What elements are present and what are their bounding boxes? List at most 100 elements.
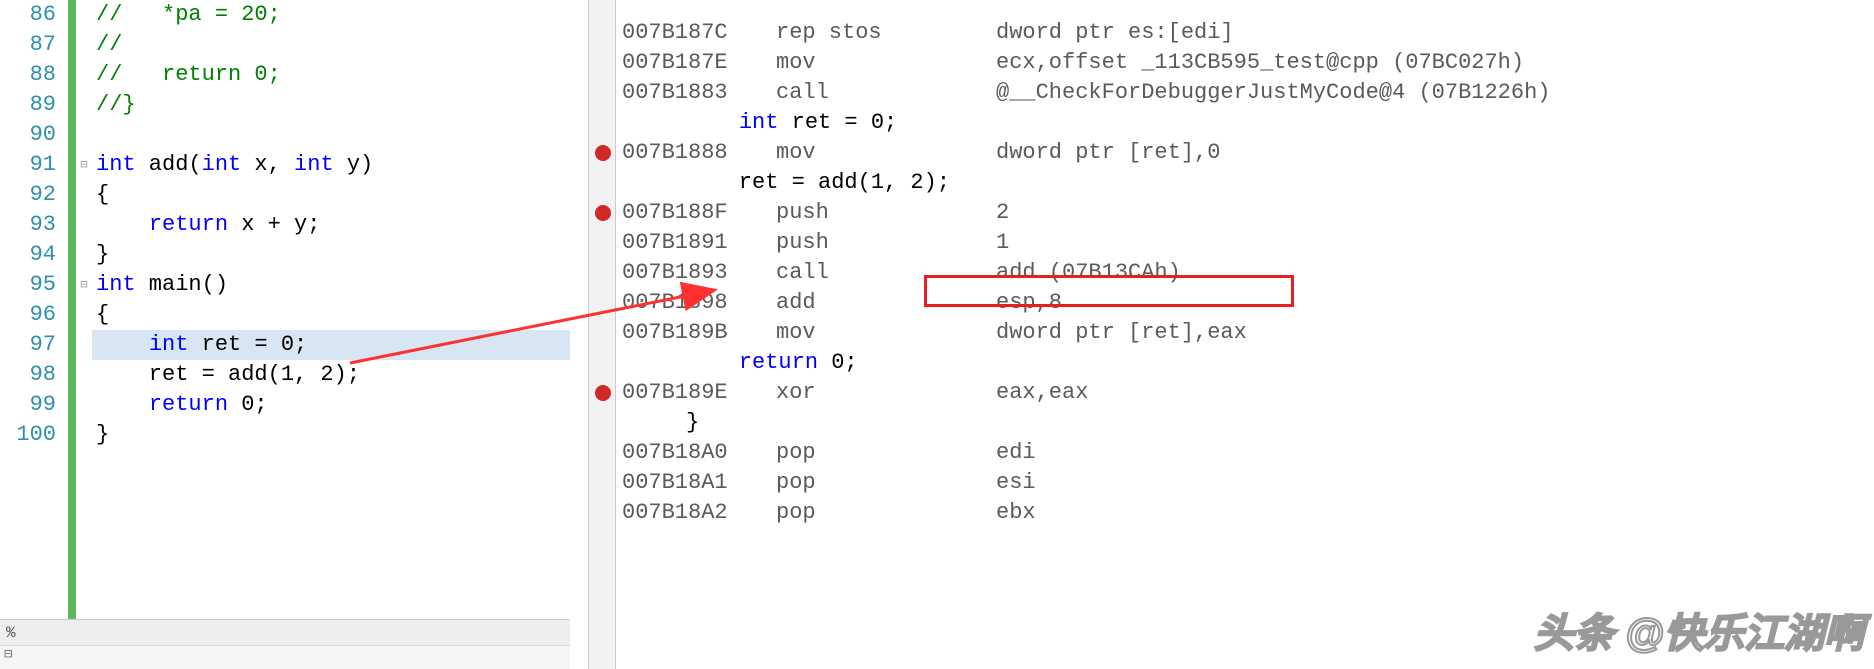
- line-number: 89: [0, 90, 56, 120]
- asm-instruction-line[interactable]: 007B1898addesp,8: [616, 288, 1874, 318]
- asm-code-area: 007B187Crep stosdword ptr es:[edi]007B18…: [588, 0, 1874, 669]
- fold-toggle: [76, 30, 92, 60]
- fold-toggle: [76, 90, 92, 120]
- asm-operands: eax,eax: [996, 378, 1874, 408]
- source-line[interactable]: }: [92, 420, 570, 450]
- asm-source-line[interactable]: return 0;: [616, 348, 1874, 378]
- source-line[interactable]: {: [92, 300, 570, 330]
- asm-source-line[interactable]: ret = add(1, 2);: [616, 168, 1874, 198]
- line-number: 95: [0, 270, 56, 300]
- asm-operands: dword ptr [ret],0: [996, 138, 1874, 168]
- line-number: 98: [0, 360, 56, 390]
- fold-toggle: [76, 360, 92, 390]
- line-number: 90: [0, 120, 56, 150]
- asm-opcode: rep stos: [776, 18, 996, 48]
- fold-toggle: [76, 60, 92, 90]
- source-editor-pane[interactable]: 8687888990919293949596979899100 ⊟⊟ // *p…: [0, 0, 570, 669]
- asm-operands: 1: [996, 228, 1874, 258]
- line-number: 88: [0, 60, 56, 90]
- asm-instruction-line[interactable]: 007B1888movdword ptr [ret],0: [616, 138, 1874, 168]
- asm-instruction-line[interactable]: 007B18A1popesi: [616, 468, 1874, 498]
- change-marker-strip: [68, 0, 76, 619]
- asm-address: 007B188F: [616, 198, 776, 228]
- asm-instruction-line[interactable]: 007B18A2popebx: [616, 498, 1874, 528]
- fold-toggle: [76, 120, 92, 150]
- asm-opcode: mov: [776, 138, 996, 168]
- asm-instruction-line[interactable]: 007B187Crep stosdword ptr es:[edi]: [616, 18, 1874, 48]
- fold-toggle: [76, 0, 92, 30]
- source-line[interactable]: //}: [92, 90, 570, 120]
- asm-opcode: xor: [776, 378, 996, 408]
- line-number-gutter: 8687888990919293949596979899100: [0, 0, 68, 619]
- source-line[interactable]: return 0;: [92, 390, 570, 420]
- source-line[interactable]: {: [92, 180, 570, 210]
- asm-opcode: call: [776, 258, 996, 288]
- asm-operands: ecx,offset _113CB595_test@cpp (07BC027h): [996, 48, 1874, 78]
- fold-toggle[interactable]: ⊟: [76, 150, 92, 180]
- breakpoint-icon[interactable]: [595, 145, 611, 161]
- asm-opcode: add: [776, 288, 996, 318]
- asm-address: 007B18A1: [616, 468, 776, 498]
- source-line[interactable]: // *pa = 20;: [92, 0, 570, 30]
- line-number: 93: [0, 210, 56, 240]
- asm-opcode: pop: [776, 438, 996, 468]
- source-line[interactable]: //: [92, 30, 570, 60]
- asm-opcode: push: [776, 228, 996, 258]
- fold-toggle: [76, 240, 92, 270]
- fold-toggle[interactable]: ⊟: [76, 270, 92, 300]
- source-line[interactable]: int main(): [92, 270, 570, 300]
- source-line[interactable]: [92, 120, 570, 150]
- line-number: 92: [0, 180, 56, 210]
- source-line[interactable]: ret = add(1, 2);: [92, 360, 570, 390]
- asm-source-line[interactable]: }: [616, 408, 1874, 438]
- bottom-statusbar: ⊟: [0, 645, 570, 669]
- asm-lines[interactable]: 007B187Crep stosdword ptr es:[edi]007B18…: [616, 0, 1874, 669]
- breakpoint-strip[interactable]: [588, 0, 616, 669]
- asm-instruction-line[interactable]: 007B187Emovecx,offset _113CB595_test@cpp…: [616, 48, 1874, 78]
- breakpoint-icon[interactable]: [595, 205, 611, 221]
- source-line[interactable]: // return 0;: [92, 60, 570, 90]
- asm-operands: edi: [996, 438, 1874, 468]
- asm-instruction-line[interactable]: 007B18A0popedi: [616, 438, 1874, 468]
- asm-opcode: mov: [776, 318, 996, 348]
- source-line[interactable]: int ret = 0;: [92, 330, 570, 360]
- breakpoint-icon[interactable]: [595, 385, 611, 401]
- collapse-icon[interactable]: ⊟: [4, 647, 12, 663]
- asm-operands: @__CheckForDebuggerJustMyCode@4 (07B1226…: [996, 78, 1874, 108]
- asm-address: 007B1898: [616, 288, 776, 318]
- asm-instruction-line[interactable]: 007B189Exoreax,eax: [616, 378, 1874, 408]
- source-line[interactable]: return x + y;: [92, 210, 570, 240]
- disassembly-pane[interactable]: 007B187Crep stosdword ptr es:[edi]007B18…: [570, 0, 1874, 669]
- asm-opcode: mov: [776, 48, 996, 78]
- source-line[interactable]: }: [92, 240, 570, 270]
- source-code-lines[interactable]: // *pa = 20;//// return 0;//} int add(int…: [92, 0, 570, 619]
- asm-address: 007B1888: [616, 138, 776, 168]
- asm-address: 007B18A2: [616, 498, 776, 528]
- fold-toggle: [76, 420, 92, 450]
- line-number: 100: [0, 420, 56, 450]
- asm-address: 007B1891: [616, 228, 776, 258]
- fold-toggle: [76, 300, 92, 330]
- asm-instruction-line[interactable]: 007B188Fpush2: [616, 198, 1874, 228]
- asm-source-line[interactable]: int ret = 0;: [616, 108, 1874, 138]
- asm-opcode: pop: [776, 468, 996, 498]
- line-number: 91: [0, 150, 56, 180]
- asm-operands: esp,8: [996, 288, 1874, 318]
- asm-operands: esi: [996, 468, 1874, 498]
- asm-opcode: push: [776, 198, 996, 228]
- line-number: 97: [0, 330, 56, 360]
- asm-address: 007B1893: [616, 258, 776, 288]
- asm-instruction-line[interactable]: 007B1893calladd (07B13CAh): [616, 258, 1874, 288]
- asm-address: 007B189E: [616, 378, 776, 408]
- asm-address: 007B18A0: [616, 438, 776, 468]
- asm-instruction-line[interactable]: 007B189Bmovdword ptr [ret],eax: [616, 318, 1874, 348]
- asm-operands: ebx: [996, 498, 1874, 528]
- zoom-statusbar[interactable]: %: [0, 619, 570, 645]
- asm-address: 007B189B: [616, 318, 776, 348]
- asm-instruction-line[interactable]: 007B1883call@__CheckForDebuggerJustMyCod…: [616, 78, 1874, 108]
- source-line[interactable]: int add(int x, int y): [92, 150, 570, 180]
- line-number: 99: [0, 390, 56, 420]
- code-area: 8687888990919293949596979899100 ⊟⊟ // *p…: [0, 0, 570, 619]
- fold-toggle: [76, 390, 92, 420]
- asm-instruction-line[interactable]: 007B1891push1: [616, 228, 1874, 258]
